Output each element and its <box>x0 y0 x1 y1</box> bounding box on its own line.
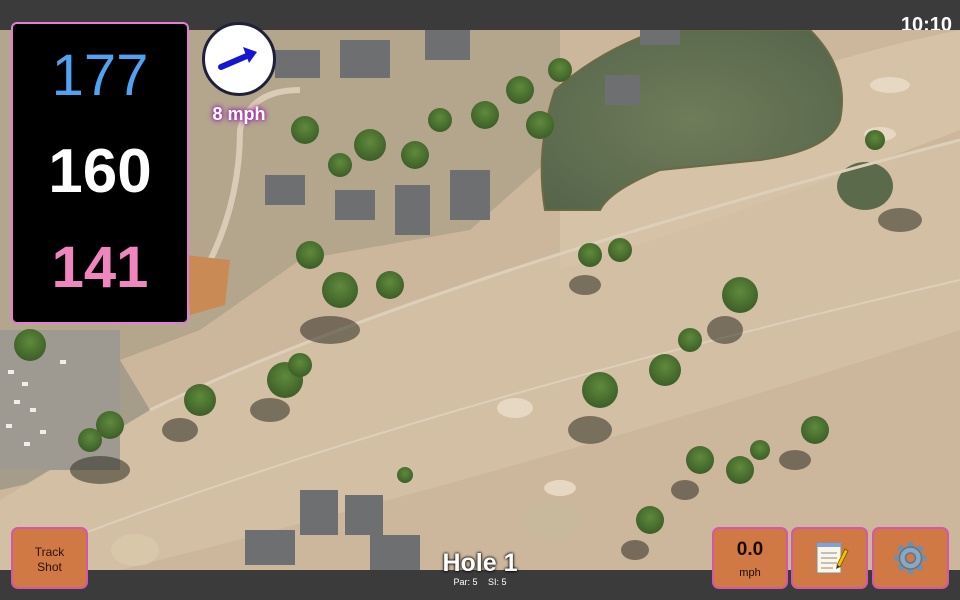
wind-speed-label: 8 mph <box>212 104 266 124</box>
notepad-icon <box>816 542 849 574</box>
wind-speed-button[interactable]: 0.0 mph <box>712 527 788 589</box>
notes-button[interactable] <box>791 527 868 589</box>
distance-panel: 177 160 141 <box>11 22 189 324</box>
distance-center: 160 <box>48 137 152 206</box>
track-shot-label-line2: Shot <box>37 560 62 574</box>
wind-speed-unit: mph <box>739 567 761 579</box>
hole-info: Par: 5 SI: 5 <box>380 577 580 587</box>
hole-si: SI: 5 <box>488 577 507 587</box>
wind-speed-value: 0.0 <box>736 539 764 560</box>
wind-direction-indicator <box>202 22 276 96</box>
track-shot-label-line1: Track <box>34 545 65 559</box>
distance-front: 141 <box>51 235 149 300</box>
hole-par: Par: 5 <box>453 577 478 587</box>
hole-title: Hole 1 <box>442 549 518 577</box>
wind-arrow-icon <box>218 47 257 70</box>
track-shot-button[interactable]: Track Shot <box>11 527 88 589</box>
golf-gps-screen: 10:10 177 160 141 8 mph Track Shot Hole … <box>0 0 960 600</box>
distance-back: 177 <box>51 43 149 108</box>
gear-icon <box>894 542 927 574</box>
settings-button[interactable] <box>872 527 949 589</box>
